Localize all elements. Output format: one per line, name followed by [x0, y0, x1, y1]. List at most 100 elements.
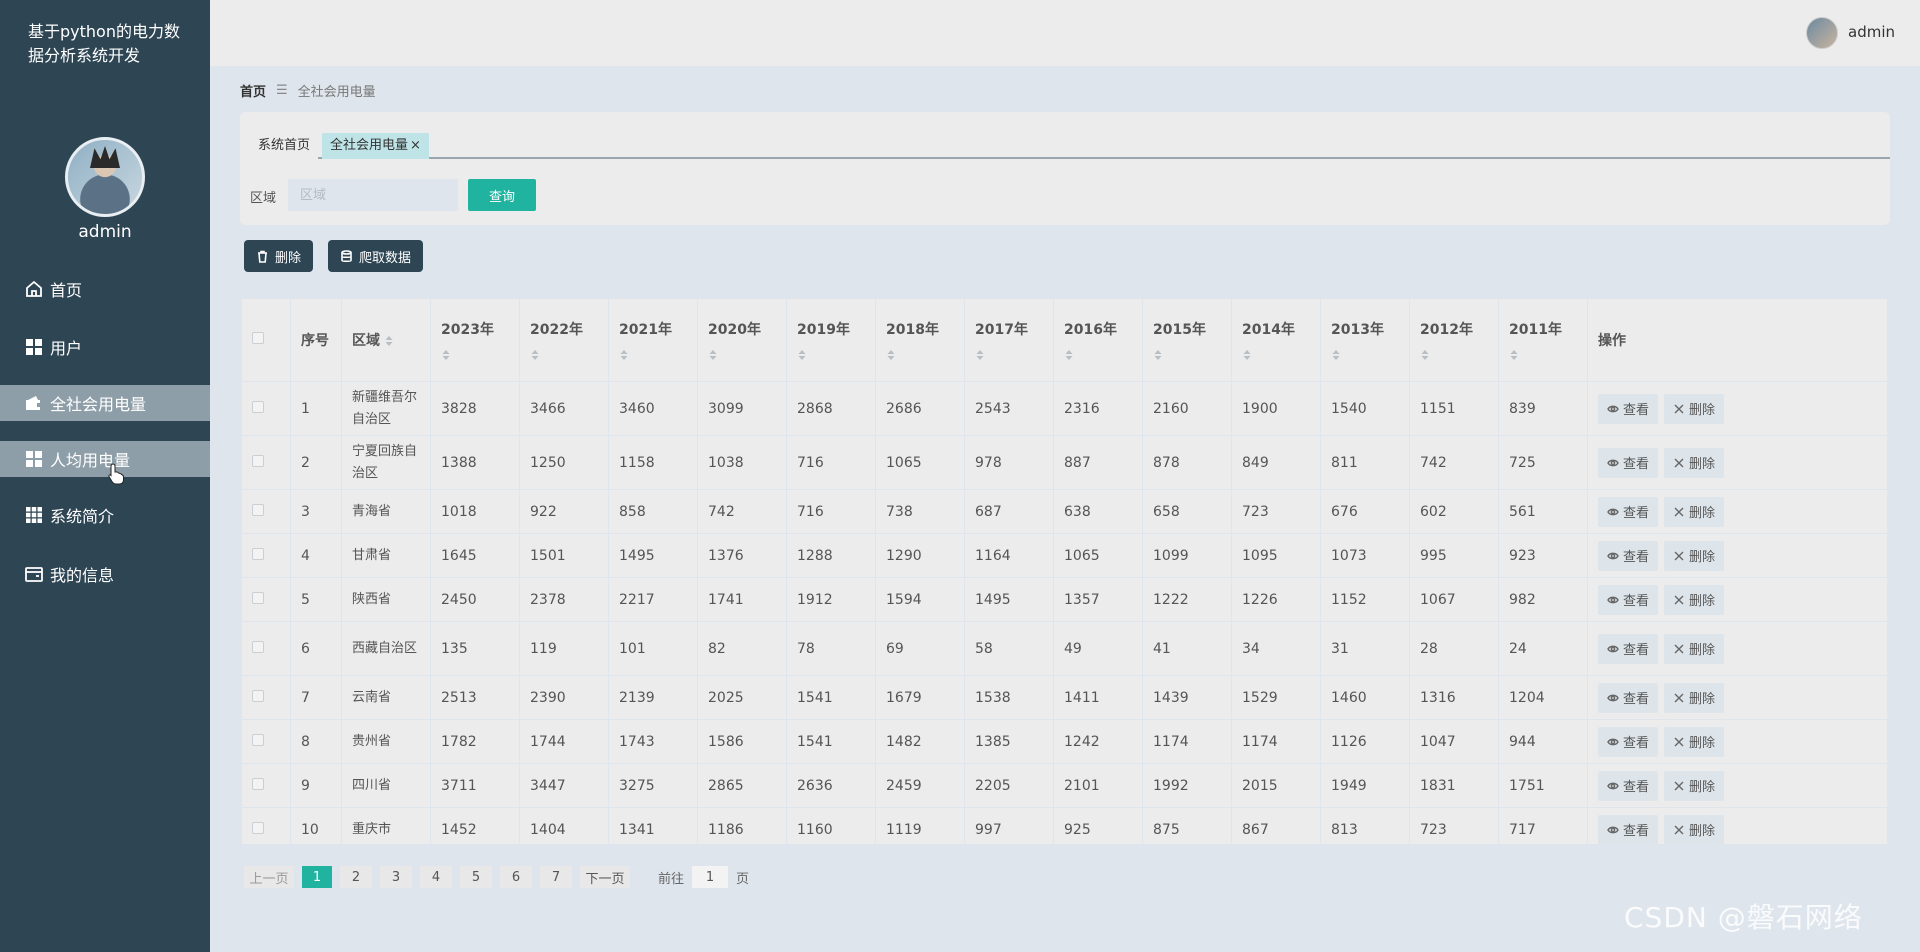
sort-icon[interactable]: [1331, 349, 1341, 361]
sidebar-item-about[interactable]: 系统简介: [0, 497, 210, 533]
column-header-year[interactable]: 2013年: [1320, 298, 1410, 382]
cell-region: 新疆维吾尔自治区: [341, 381, 431, 436]
sidebar-item-total-power[interactable]: 全社会用电量: [0, 385, 210, 421]
sort-icon[interactable]: [975, 349, 985, 361]
row-checkbox[interactable]: [252, 821, 264, 834]
sort-icon[interactable]: [441, 349, 451, 361]
column-header-year[interactable]: 2020年: [697, 298, 787, 382]
sort-icon[interactable]: [797, 349, 807, 361]
view-button[interactable]: 查看: [1598, 447, 1659, 478]
sort-icon[interactable]: [1509, 349, 1519, 361]
view-button[interactable]: 查看: [1598, 814, 1659, 845]
row-checkbox[interactable]: [252, 733, 264, 746]
column-header-year[interactable]: 2016年: [1053, 298, 1143, 382]
column-header-year[interactable]: 2021年: [608, 298, 698, 382]
sort-icon[interactable]: [1420, 349, 1430, 361]
sort-icon[interactable]: [1153, 349, 1163, 361]
row-delete-button[interactable]: 删除: [1664, 682, 1725, 713]
sort-icon[interactable]: [530, 349, 540, 361]
row-checkbox[interactable]: [252, 454, 264, 467]
sort-icon[interactable]: [384, 335, 394, 347]
database-icon: [341, 249, 352, 262]
table-row: 9 四川省 3711 3447 3275 2865 2636 2459 2205 2101 1992…: [241, 763, 1888, 808]
search-input[interactable]: [288, 179, 458, 211]
cell-value: 1482: [875, 719, 965, 764]
row-delete-button[interactable]: 删除: [1664, 770, 1725, 801]
sidebar-item-my-info[interactable]: 我的信息: [0, 556, 210, 592]
row-delete-button[interactable]: 删除: [1664, 584, 1725, 615]
sidebar-item-home[interactable]: 首页: [0, 271, 210, 307]
sidebar-item-users[interactable]: 用户: [0, 329, 210, 365]
row-checkbox[interactable]: [252, 640, 264, 653]
row-checkbox[interactable]: [252, 547, 264, 560]
row-delete-button[interactable]: 删除: [1664, 633, 1725, 664]
cell-value: 602: [1409, 489, 1499, 534]
column-header-year[interactable]: 2019年: [786, 298, 876, 382]
delete-button[interactable]: 删除: [244, 240, 314, 272]
column-header-year[interactable]: 2011年: [1498, 298, 1588, 382]
page-button[interactable]: 6: [500, 866, 532, 888]
column-header-year[interactable]: 2023年: [430, 298, 520, 382]
view-button[interactable]: 查看: [1598, 633, 1659, 664]
page-button[interactable]: 1: [302, 866, 332, 888]
tab-system-home[interactable]: 系统首页: [250, 133, 319, 159]
column-header-region[interactable]: 区域: [341, 298, 431, 382]
view-button[interactable]: 查看: [1598, 540, 1659, 571]
cell-value: 878: [1142, 435, 1232, 490]
column-header-label: 2023年: [441, 322, 494, 338]
page-button[interactable]: 7: [540, 866, 572, 888]
sort-icon[interactable]: [1064, 349, 1074, 361]
page-button[interactable]: 3: [380, 866, 412, 888]
view-button[interactable]: 查看: [1598, 584, 1659, 615]
row-checkbox[interactable]: [252, 777, 264, 790]
crawl-data-button[interactable]: 爬取数据: [328, 240, 424, 272]
cell-value: 2513: [430, 675, 520, 720]
row-delete-button[interactable]: 删除: [1664, 496, 1725, 527]
eye-icon: [1607, 506, 1619, 518]
page-button[interactable]: 2: [340, 866, 372, 888]
cell-value: 2459: [875, 763, 965, 808]
close-icon[interactable]: ×: [410, 138, 421, 153]
search-button[interactable]: 查询: [468, 179, 536, 211]
cell-ops: 查看 删除: [1587, 719, 1888, 764]
sort-icon[interactable]: [886, 349, 896, 361]
row-delete-button[interactable]: 删除: [1664, 447, 1725, 478]
view-button[interactable]: 查看: [1598, 393, 1659, 424]
row-delete-button[interactable]: 删除: [1664, 814, 1725, 845]
cell-ops: 查看 删除: [1587, 807, 1888, 852]
page-button[interactable]: 4: [420, 866, 452, 888]
sidebar-item-per-capita[interactable]: 人均用电量: [0, 441, 210, 477]
column-header-year[interactable]: 2012年: [1409, 298, 1499, 382]
row-delete-button[interactable]: 删除: [1664, 540, 1725, 571]
next-page-button[interactable]: 下一页: [580, 866, 630, 888]
column-header-year[interactable]: 2022年: [519, 298, 609, 382]
column-header-year[interactable]: 2014年: [1231, 298, 1321, 382]
cell-value: 1586: [697, 719, 787, 764]
select-all-checkbox[interactable]: [252, 332, 264, 344]
goto-page-input[interactable]: [692, 866, 729, 888]
header-username[interactable]: admin: [1848, 23, 1895, 41]
tab-total-power[interactable]: 全社会用电量 ×: [322, 133, 429, 159]
row-checkbox[interactable]: [252, 503, 264, 516]
sort-icon[interactable]: [619, 349, 629, 361]
breadcrumb-home[interactable]: 首页: [240, 81, 266, 100]
view-button[interactable]: 查看: [1598, 726, 1659, 757]
row-checkbox[interactable]: [252, 591, 264, 604]
row-delete-button[interactable]: 删除: [1664, 393, 1725, 424]
sort-icon[interactable]: [1242, 349, 1252, 361]
column-header-year[interactable]: 2017年: [964, 298, 1054, 382]
column-header-year[interactable]: 2015年: [1142, 298, 1232, 382]
page-button[interactable]: 5: [460, 866, 492, 888]
column-header-year[interactable]: 2018年: [875, 298, 965, 382]
column-header-label: 2015年: [1153, 322, 1206, 338]
row-checkbox[interactable]: [252, 400, 264, 413]
view-button[interactable]: 查看: [1598, 496, 1659, 527]
avatar[interactable]: [1806, 17, 1838, 49]
wallet-icon: [24, 393, 44, 413]
row-checkbox[interactable]: [252, 689, 264, 702]
sort-icon[interactable]: [708, 349, 718, 361]
prev-page-button[interactable]: 上一页: [244, 866, 294, 888]
view-button[interactable]: 查看: [1598, 770, 1659, 801]
view-button[interactable]: 查看: [1598, 682, 1659, 713]
row-delete-button[interactable]: 删除: [1664, 726, 1725, 757]
